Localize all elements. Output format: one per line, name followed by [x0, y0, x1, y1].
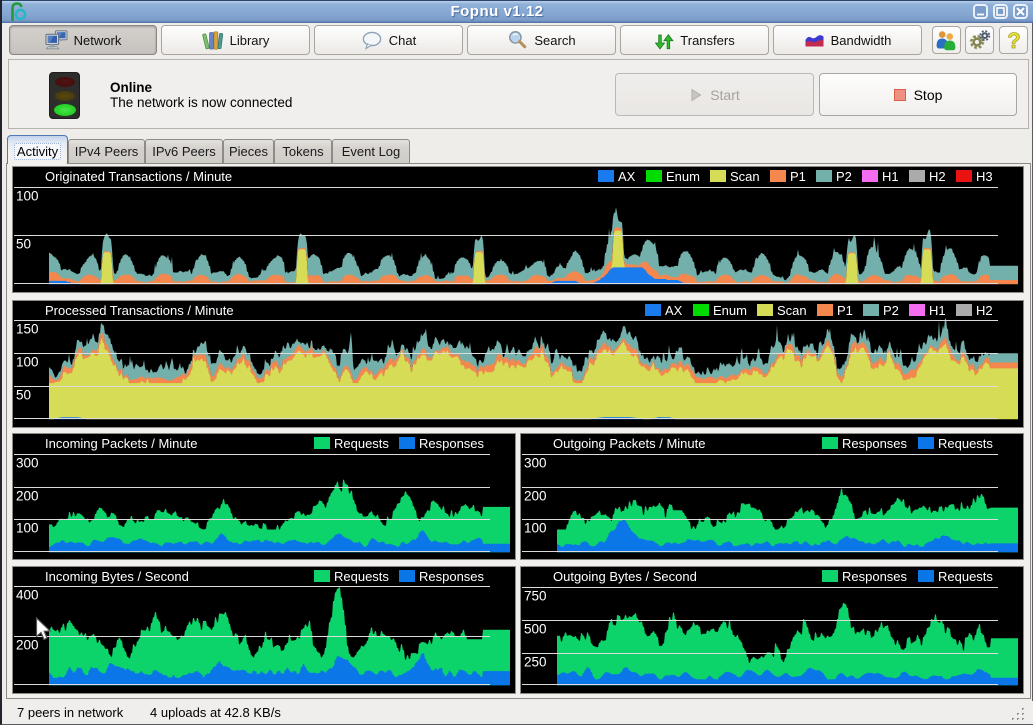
svg-text:Scan: Scan — [777, 303, 807, 318]
svg-text:P2: P2 — [883, 303, 899, 318]
svg-text:Enum: Enum — [713, 303, 747, 318]
svg-text:200: 200 — [524, 489, 547, 504]
svg-text:Scan: Scan — [730, 169, 760, 184]
svg-text:H1: H1 — [929, 303, 946, 318]
svg-text:100: 100 — [16, 521, 39, 536]
svg-text:Requests: Requests — [938, 436, 993, 451]
svg-text:Processed Transactions / Minut: Processed Transactions / Minute — [45, 303, 234, 318]
svg-text:300: 300 — [16, 456, 39, 471]
svg-text:H2: H2 — [929, 169, 946, 184]
svg-text:50: 50 — [16, 237, 31, 252]
svg-text:AX: AX — [665, 303, 683, 318]
svg-text:Requests: Requests — [334, 569, 389, 584]
svg-text:50: 50 — [16, 388, 31, 403]
svg-text:AX: AX — [618, 169, 636, 184]
svg-text:H1: H1 — [882, 169, 899, 184]
svg-text:100: 100 — [524, 521, 547, 536]
svg-text:Outgoing Bytes / Second: Outgoing Bytes / Second — [553, 569, 697, 584]
svg-text:200: 200 — [16, 489, 39, 504]
svg-text:750: 750 — [524, 589, 547, 604]
svg-text:H2: H2 — [976, 303, 993, 318]
svg-text:Requests: Requests — [938, 569, 993, 584]
svg-text:P1: P1 — [837, 303, 853, 318]
svg-text:100: 100 — [16, 355, 39, 370]
svg-text:?: ? — [1007, 29, 1020, 52]
svg-text:Requests: Requests — [334, 436, 389, 451]
svg-text:Incoming Packets / Minute: Incoming Packets / Minute — [45, 436, 197, 451]
svg-text:P2: P2 — [836, 169, 852, 184]
svg-text:Outgoing Packets / Minute: Outgoing Packets / Minute — [553, 436, 705, 451]
svg-text:Responses: Responses — [419, 436, 485, 451]
svg-text:Originated Transactions / Minu: Originated Transactions / Minute — [45, 169, 232, 184]
svg-text:H3: H3 — [976, 169, 993, 184]
svg-text:500: 500 — [524, 622, 547, 637]
svg-text:300: 300 — [524, 456, 547, 471]
svg-text:250: 250 — [524, 655, 547, 670]
svg-text:Responses: Responses — [842, 569, 908, 584]
svg-text:150: 150 — [16, 322, 39, 337]
svg-text:Responses: Responses — [842, 436, 908, 451]
svg-text:400: 400 — [16, 588, 39, 603]
svg-text:P1: P1 — [790, 169, 806, 184]
svg-text:Enum: Enum — [666, 169, 700, 184]
svg-text:Responses: Responses — [419, 569, 485, 584]
svg-text:100: 100 — [16, 189, 39, 204]
svg-text:Incoming Bytes / Second: Incoming Bytes / Second — [45, 569, 189, 584]
